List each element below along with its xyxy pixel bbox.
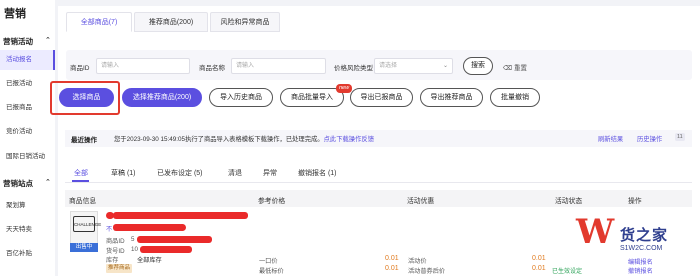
status-tab-all[interactable]: 全部 bbox=[74, 168, 88, 178]
chevron-down-icon: ⌄ bbox=[442, 63, 448, 69]
product-thumbnail[interactable]: CHALLENGE bbox=[70, 211, 101, 244]
table-header: 商品信息 参考价格 活动优惠 活动状态 操作 bbox=[65, 190, 692, 207]
batch-import-button[interactable]: 商品批量导入 bbox=[280, 88, 344, 107]
eraser-icon: ⌫ bbox=[503, 65, 513, 72]
sidebar: 营销 营销活动 ⌃ 活动报名 已报活动 已报商品 竞价活动 国际日销活动 营销站… bbox=[0, 0, 55, 276]
product-id-label: 商品ID bbox=[70, 65, 90, 72]
watermark-url: S1W2C.COM bbox=[620, 245, 663, 252]
status-tab-cleared[interactable]: 清退 bbox=[228, 168, 242, 178]
lowest-price-label: 最低标价 bbox=[259, 268, 284, 275]
app-title: 营销 bbox=[4, 8, 26, 20]
recommended-tag: 推荐商品 bbox=[106, 264, 133, 273]
risk-type-select[interactable]: 请选择 ⌄ bbox=[374, 58, 453, 74]
chevron-up-icon: ⌃ bbox=[45, 37, 51, 44]
select-recommended-button[interactable]: 选择推荐商品(200) bbox=[122, 88, 202, 107]
status-tab-abnormal[interactable]: 异常 bbox=[263, 168, 277, 178]
recent-message: 您于2023-09-30 15:49:05执行了商品导入表格模板下载操作，已处理… bbox=[114, 136, 324, 143]
batch-cancel-button[interactable]: 批量撤销 bbox=[490, 88, 540, 107]
sidebar-item-daily-special[interactable]: 天天特卖 bbox=[0, 220, 55, 240]
sku-id-field-label: 货号ID bbox=[106, 248, 125, 255]
fixed-price-label: 一口价 bbox=[259, 258, 278, 265]
redaction-mark bbox=[178, 224, 186, 231]
product-id-field-label: 商品ID bbox=[106, 238, 125, 245]
export-recommended-button[interactable]: 导出推荐商品 bbox=[420, 88, 483, 107]
status-tab-cancelled[interactable]: 撤销报名 (1) bbox=[298, 168, 337, 178]
sidebar-section-label: 营销活动 bbox=[3, 37, 33, 46]
promo-price-label: 活动价 bbox=[408, 258, 427, 265]
product-title-prefix[interactable]: 不 bbox=[106, 224, 112, 233]
redaction-mark bbox=[113, 224, 183, 231]
risk-type-placeholder: 请选择 bbox=[379, 63, 398, 69]
export-reported-button[interactable]: 导出已报商品 bbox=[350, 88, 413, 107]
redaction-mark bbox=[137, 236, 212, 243]
redaction-mark bbox=[113, 212, 248, 219]
col-goods-info: 商品信息 bbox=[69, 198, 97, 205]
recent-operations-bar: 最近操作 您于2023-09-30 15:49:05执行了商品导入表格模板下载操… bbox=[65, 130, 692, 147]
history-count-badge: 11 bbox=[675, 133, 685, 141]
product-logo: CHALLENGE bbox=[73, 216, 101, 232]
sidebar-section-activities[interactable]: 营销活动 ⌃ bbox=[3, 36, 51, 47]
divider bbox=[65, 182, 692, 183]
stock-value: 全部库存 bbox=[137, 257, 162, 264]
sidebar-item-reported-activities[interactable]: 已报活动 bbox=[0, 74, 55, 94]
sidebar-item-international-day[interactable]: 国际日销活动 bbox=[0, 147, 55, 167]
sidebar-item-billion-subsidy[interactable]: 百亿补贴 bbox=[0, 244, 55, 264]
sidebar-section-label: 营销站点 bbox=[3, 179, 33, 188]
import-history-button[interactable]: 导入历史商品 bbox=[209, 88, 273, 107]
col-operations: 操作 bbox=[628, 198, 642, 205]
refresh-results-link[interactable]: 刷新结果 bbox=[598, 134, 623, 143]
sidebar-item-juhuasuan[interactable]: 聚划算 bbox=[0, 196, 55, 216]
recent-operations-label: 最近操作 bbox=[71, 137, 97, 144]
filter-bar: 商品ID 请输入 商品名称 请输入 价格风险类型 请选择 ⌄ 搜索 ⌫ 重置 bbox=[66, 50, 692, 80]
chevron-up-icon: ⌃ bbox=[45, 179, 51, 186]
reset-button[interactable]: ⌫ 重置 bbox=[503, 62, 527, 72]
product-name-label: 商品名称 bbox=[199, 65, 225, 72]
risk-type-label: 价格风险类型 bbox=[334, 65, 373, 72]
watermark-name: 货之家 bbox=[620, 227, 669, 244]
history-operations-link[interactable]: 历史操作 bbox=[637, 134, 662, 143]
promo-price-value: 0.01 bbox=[532, 255, 546, 262]
status-tab-draft[interactable]: 草稿 (1) bbox=[111, 168, 136, 178]
sidebar-item-reported-goods[interactable]: 已报商品 bbox=[0, 98, 55, 118]
col-reference-price: 参考价格 bbox=[258, 198, 286, 205]
stock-field-label: 库存 bbox=[106, 257, 119, 264]
watermark-mark: W bbox=[576, 212, 615, 252]
tab-recommended-goods[interactable]: 推荐商品(200) bbox=[134, 12, 208, 32]
tab-all-goods[interactable]: 全部商品(7) bbox=[66, 12, 132, 32]
col-promotion: 活动优惠 bbox=[407, 198, 435, 205]
new-badge: new bbox=[336, 84, 353, 93]
on-sale-badge: 出售中 bbox=[70, 243, 98, 252]
search-button[interactable]: 搜索 bbox=[463, 57, 493, 75]
product-id-input[interactable]: 请输入 bbox=[96, 58, 190, 74]
sidebar-section-sites[interactable]: 营销站点 ⌃ bbox=[3, 178, 51, 189]
download-feedback-link[interactable]: 点此下载操作反馈 bbox=[324, 136, 374, 143]
sidebar-item-activity-signup[interactable]: 活动报名 bbox=[0, 50, 55, 70]
sidebar-item-bidding-activity[interactable]: 竞价活动 bbox=[0, 122, 55, 142]
promo-coupon-price-value: 0.01 bbox=[532, 265, 546, 272]
status-tab-published[interactable]: 已发布设定 (5) bbox=[157, 168, 203, 178]
fixed-price-value: 0.01 bbox=[385, 255, 399, 262]
recent-operations-text: 您于2023-09-30 15:49:05执行了商品导入表格模板下载操作，已处理… bbox=[114, 134, 374, 143]
reset-label: 重置 bbox=[514, 65, 528, 72]
tab-risk-goods[interactable]: 风险和异常商品 bbox=[210, 12, 280, 32]
lowest-price-value: 0.01 bbox=[385, 265, 399, 272]
redaction-mark bbox=[140, 246, 192, 253]
product-id-value: 5 bbox=[131, 236, 135, 243]
highlight-box bbox=[50, 81, 120, 115]
sku-id-value: 10 bbox=[131, 246, 138, 253]
promo-coupon-price-label: 活动普券后价 bbox=[408, 268, 446, 275]
watermark-logo: W 货之家 S1W2C.COM bbox=[570, 208, 700, 268]
product-name-input[interactable]: 请输入 bbox=[231, 58, 326, 74]
col-activity-status: 活动状态 bbox=[555, 198, 583, 205]
